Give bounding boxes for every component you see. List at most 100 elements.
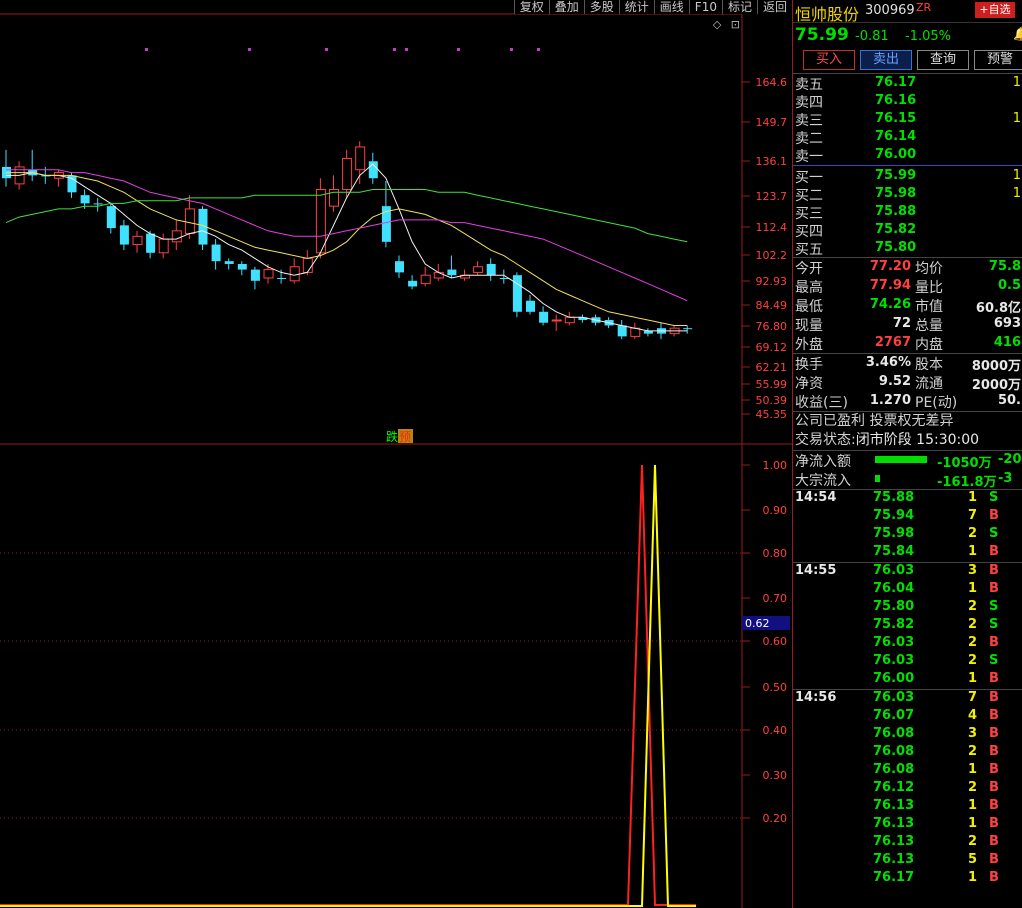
event-marker — [457, 48, 460, 51]
asks-volume: 1 — [1012, 75, 1021, 90]
lower-axis-label: 0.90 — [763, 504, 788, 517]
toolbar-item-6[interactable]: 标记 — [721, 0, 757, 14]
asks-row[interactable]: 卖一 76.00 — [793, 146, 1022, 165]
flow-value-2: -20 — [998, 452, 1022, 467]
bids-label: 买五 — [795, 242, 823, 258]
company-info: 公司已盈利 投票权无差异 — [795, 413, 954, 429]
bids-volume: 1 — [1012, 186, 1021, 201]
toolbar-item-7[interactable]: 返回 — [756, 0, 792, 14]
stat-label: 收益(三) — [795, 395, 848, 411]
stats-block-2: 换手 3.46% 股本 8000万 净资 9.52 流通 2000万 收益(三) 1.270 PE(… — [793, 353, 1022, 411]
kline-chart-area[interactable]: 164.6 149.7 136.1 123.7 112.4 102.2 92.93 84.49… — [0, 0, 792, 908]
candle-body — [132, 235, 143, 246]
tick-price: 76.03 — [873, 635, 915, 650]
stat-label: 现量 — [795, 318, 823, 334]
tick-row: 75.80 2 S — [793, 599, 1022, 617]
stat-value: 8000万 — [971, 359, 1021, 374]
tick-side: B — [989, 762, 999, 777]
price-change-pct: -1.05% — [905, 29, 951, 44]
stat-row: 最低 74.26 市值 60.8亿 — [793, 296, 1022, 316]
window-icon[interactable]: ⊡ — [731, 18, 740, 31]
asks-row[interactable]: 卖五 76.17 1 — [793, 74, 1022, 93]
tick-price: 76.13 — [873, 834, 915, 849]
upper-axis-label: 112.4 — [756, 221, 788, 234]
tick-side: B — [989, 581, 999, 596]
candle-body — [539, 311, 549, 323]
lower-axis-label: 0.70 — [763, 592, 788, 605]
kline-chart[interactable]: 164.6 149.7 136.1 123.7 112.4 102.2 92.93 84.49… — [0, 0, 792, 908]
stat-value: 75.8 — [988, 259, 1021, 274]
alert-button[interactable]: 预警 — [974, 50, 1022, 70]
signal-label-die: 跌 — [386, 429, 398, 444]
bell-icon[interactable]: 🔔 — [1013, 27, 1022, 42]
tick-list[interactable]: 14:54 75.88 1 S 75.94 7 B 75.98 2 S 75.84 1 B 14:55 76… — [793, 489, 1022, 888]
tick-row: 76.03 2 S — [793, 653, 1022, 671]
flow-bar — [875, 456, 927, 463]
bids-price: 75.80 — [875, 240, 917, 255]
upper-axis-label: 45.35 — [756, 408, 788, 421]
bids-price: 75.99 — [875, 168, 917, 183]
bids-row[interactable]: 买二 75.98 1 — [793, 185, 1022, 204]
toolbar-item-5[interactable]: F10 — [688, 0, 722, 14]
candle-body — [119, 225, 129, 245]
add-watchlist-button[interactable]: +自选 — [975, 2, 1015, 18]
bids-label: 买一 — [795, 170, 823, 186]
query-button[interactable]: 查询 — [917, 50, 969, 70]
flow-value: -1050万 — [937, 456, 992, 471]
bids-row[interactable]: 买三 75.88 — [793, 203, 1022, 222]
tick-qty: 1 — [967, 798, 977, 813]
sell-button[interactable]: 卖出 — [860, 50, 912, 70]
tick-price: 75.88 — [873, 490, 915, 505]
asks-row[interactable]: 卖四 76.16 — [793, 92, 1022, 111]
bids-price: 75.82 — [875, 222, 917, 237]
toolbar-item-3[interactable]: 统计 — [618, 0, 654, 14]
trade-status: 交易状态:闭市阶段 15:30:00 — [793, 431, 1022, 450]
tick-row: 76.04 1 B — [793, 581, 1022, 599]
upper-axis-label: 92.93 — [756, 275, 788, 288]
bids-price: 75.98 — [875, 186, 917, 201]
candle-body — [289, 266, 300, 282]
lower-axis-label: 0.50 — [763, 681, 788, 694]
asks-row[interactable]: 卖二 76.14 — [793, 128, 1022, 147]
zr-badge: ZR — [916, 1, 932, 14]
bids-row[interactable]: 买五 75.80 — [793, 239, 1022, 258]
diamond-icon[interactable]: ◇ — [713, 18, 721, 31]
toolbar-item-2[interactable]: 多股 — [583, 0, 619, 14]
asks-price: 76.14 — [875, 129, 917, 144]
tick-side: B — [989, 544, 999, 559]
event-marker — [537, 48, 540, 51]
buy-button[interactable]: 买入 — [803, 50, 855, 70]
bids-volume: 1 — [1012, 168, 1021, 183]
candle-body — [302, 257, 313, 273]
toolbar-item-1[interactable]: 叠加 — [548, 0, 584, 14]
tick-qty: 3 — [967, 563, 977, 578]
event-marker — [145, 48, 148, 51]
event-marker — [510, 48, 513, 51]
tick-price: 76.04 — [873, 581, 915, 596]
tick-row: 76.08 3 B — [793, 726, 1022, 744]
tick-row: 14:56 76.03 7 B — [793, 690, 1022, 708]
toolbar-item-0[interactable]: 复权 — [513, 0, 549, 14]
candle-body — [184, 208, 195, 235]
tick-qty: 1 — [967, 671, 977, 686]
flow-row: 大宗流入 -161.8万 -3 — [793, 470, 1022, 490]
tick-price: 75.82 — [873, 617, 915, 632]
tick-qty: 2 — [967, 834, 977, 849]
asks-row[interactable]: 卖三 76.15 1 — [793, 110, 1022, 129]
tick-price: 75.84 — [873, 544, 915, 559]
stat-value: 0.5 — [997, 278, 1021, 293]
tick-row: 75.94 7 B — [793, 508, 1022, 526]
bids-row[interactable]: 买一 75.99 1 — [793, 167, 1022, 186]
tick-side: S — [989, 599, 999, 614]
asks-label: 卖三 — [795, 113, 823, 129]
last-price: 75.99 — [795, 25, 849, 45]
tick-row: 75.84 1 B — [793, 544, 1022, 562]
tick-qty: 2 — [967, 617, 977, 632]
stat-row: 净资 9.52 流通 2000万 — [793, 373, 1022, 393]
toolbar-item-4[interactable]: 画线 — [653, 0, 689, 14]
upper-axis-label: 164.6 — [756, 76, 788, 89]
tick-row: 76.03 2 B — [793, 635, 1022, 653]
flow-row: 净流入额 -1050万 -20 — [793, 451, 1022, 471]
tick-row: 76.08 2 B — [793, 744, 1022, 762]
bids-row[interactable]: 买四 75.82 — [793, 221, 1022, 240]
